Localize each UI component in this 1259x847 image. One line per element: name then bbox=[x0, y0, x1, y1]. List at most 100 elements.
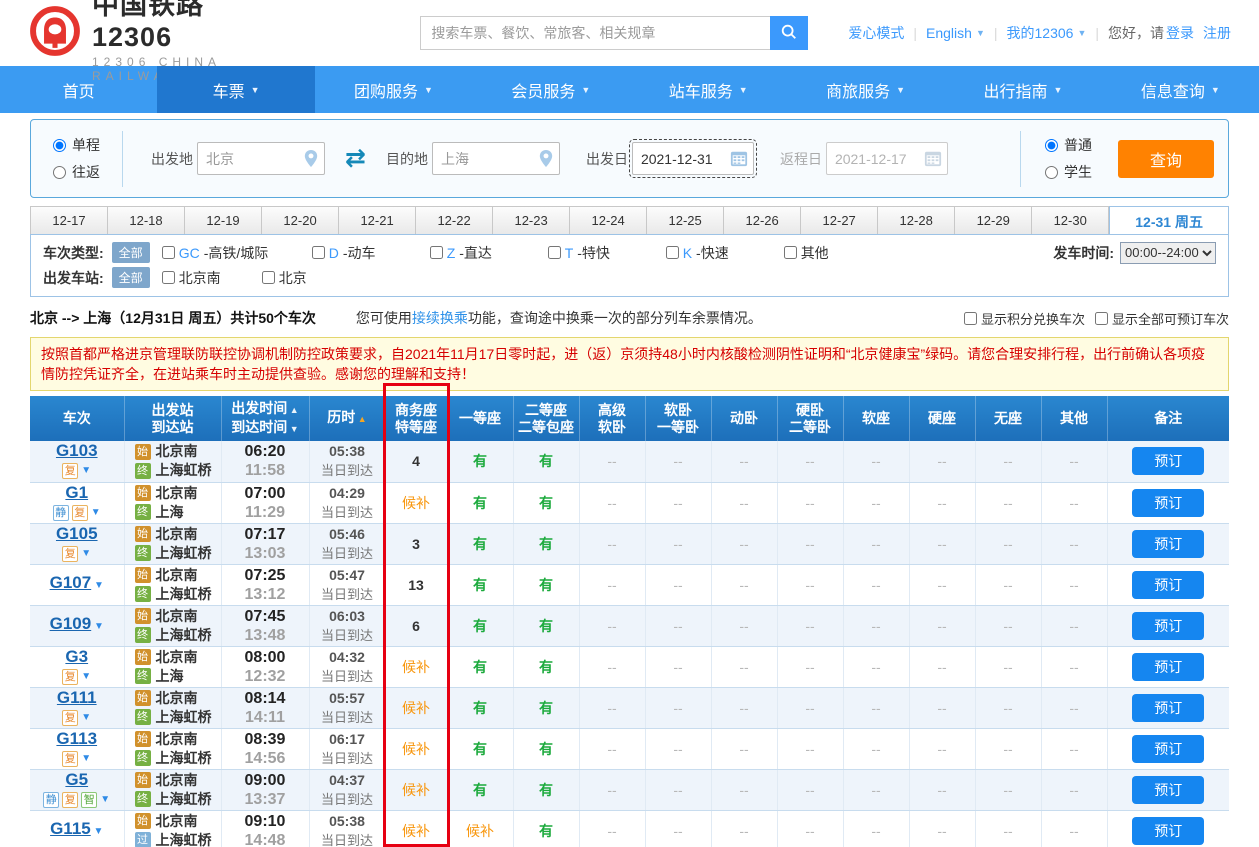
checkbox[interactable] bbox=[666, 246, 679, 259]
date-tab[interactable]: 12-28 bbox=[878, 206, 955, 235]
expand-caret-icon[interactable]: ▼ bbox=[81, 462, 91, 480]
expand-caret-icon[interactable]: ▼ bbox=[91, 621, 104, 632]
date-tab[interactable]: 12-21 bbox=[339, 206, 416, 235]
date-tab[interactable]: 12-24 bbox=[570, 206, 647, 235]
col-header-其他[interactable]: 其他 bbox=[1041, 396, 1107, 441]
nav-item-车票[interactable]: 车票▼ bbox=[157, 66, 314, 113]
book-button[interactable]: 预订 bbox=[1132, 694, 1204, 722]
toggle-显示全部可预订车次[interactable]: 显示全部可预订车次 bbox=[1095, 309, 1229, 328]
train-code-link[interactable]: G1 bbox=[65, 483, 88, 502]
expand-caret-icon[interactable]: ▼ bbox=[81, 545, 91, 563]
love-mode-link[interactable]: 爱心模式 bbox=[848, 23, 904, 43]
date-tab[interactable]: 12-26 bbox=[724, 206, 801, 235]
train-code-link[interactable]: G113 bbox=[56, 729, 97, 748]
nav-item-会员服务[interactable]: 会员服务▼ bbox=[472, 66, 629, 113]
checkbox[interactable] bbox=[430, 246, 443, 259]
book-button[interactable]: 预订 bbox=[1132, 530, 1204, 558]
date-tab[interactable]: 12-19 bbox=[185, 206, 262, 235]
checkbox[interactable] bbox=[964, 312, 977, 325]
expand-caret-icon[interactable]: ▼ bbox=[91, 826, 104, 837]
checkbox[interactable] bbox=[162, 246, 175, 259]
checkbox[interactable] bbox=[162, 271, 175, 284]
search-input[interactable] bbox=[420, 16, 770, 50]
station-filter-北京[interactable]: 北京 bbox=[262, 268, 362, 288]
train-type-filter-D[interactable]: D-动车 bbox=[312, 243, 430, 263]
transfer-link[interactable]: 接续换乘 bbox=[412, 310, 468, 326]
nav-item-站车服务[interactable]: 站车服务▼ bbox=[630, 66, 787, 113]
date-tab[interactable]: 12-27 bbox=[801, 206, 878, 235]
expand-caret-icon[interactable]: ▼ bbox=[100, 791, 110, 809]
search-button[interactable] bbox=[770, 16, 808, 50]
col-header-出发时间到达时间[interactable]: 出发时间 ▲到达时间 ▼ bbox=[221, 396, 309, 441]
station-all-badge[interactable]: 全部 bbox=[112, 267, 150, 288]
nav-item-团购服务[interactable]: 团购服务▼ bbox=[315, 66, 472, 113]
train-type-filter-GC[interactable]: GC-高铁/城际 bbox=[162, 243, 312, 263]
train-code-link[interactable]: G5 bbox=[65, 770, 88, 789]
book-button[interactable]: 预订 bbox=[1132, 735, 1204, 763]
my-12306-link[interactable]: 我的12306▼ bbox=[1007, 23, 1087, 43]
student-radio[interactable]: 学生 bbox=[1045, 162, 1092, 182]
date-tab[interactable]: 12-25 bbox=[647, 206, 724, 235]
train-code-link[interactable]: G107 bbox=[50, 573, 92, 592]
english-link[interactable]: English▼ bbox=[926, 25, 985, 41]
normal-radio[interactable]: 普通 bbox=[1045, 135, 1092, 155]
round-trip-radio[interactable]: 往返 bbox=[53, 162, 100, 182]
train-type-filter-T[interactable]: T-特快 bbox=[548, 243, 666, 263]
col-header-高级软卧[interactable]: 高级软卧 bbox=[579, 396, 645, 441]
col-header-车次[interactable]: 车次 bbox=[30, 396, 124, 441]
checkbox[interactable] bbox=[1095, 312, 1108, 325]
sort-desc-icon[interactable]: ▼ bbox=[287, 424, 298, 434]
checkbox[interactable] bbox=[784, 246, 797, 259]
date-tab[interactable]: 12-30 bbox=[1032, 206, 1109, 235]
date-tab[interactable]: 12-23 bbox=[493, 206, 570, 235]
login-link[interactable]: 登录 bbox=[1166, 23, 1194, 43]
col-header-无座[interactable]: 无座 bbox=[975, 396, 1041, 441]
expand-caret-icon[interactable]: ▼ bbox=[81, 668, 91, 686]
train-type-filter-Z[interactable]: Z-直达 bbox=[430, 243, 548, 263]
expand-caret-icon[interactable]: ▼ bbox=[91, 504, 101, 522]
book-button[interactable]: 预订 bbox=[1132, 571, 1204, 599]
nav-item-首页[interactable]: 首页 bbox=[0, 66, 157, 113]
col-header-二等座二等包座[interactable]: 二等座二等包座 bbox=[513, 396, 579, 441]
book-button[interactable]: 预订 bbox=[1132, 489, 1204, 517]
book-button[interactable]: 预订 bbox=[1132, 776, 1204, 804]
expand-caret-icon[interactable]: ▼ bbox=[91, 580, 104, 591]
col-header-出发站到达站[interactable]: 出发站到达站 bbox=[124, 396, 221, 441]
train-code-link[interactable]: G109 bbox=[50, 614, 92, 633]
date-tab[interactable]: 12-22 bbox=[416, 206, 493, 235]
col-header-硬座[interactable]: 硬座 bbox=[909, 396, 975, 441]
col-header-一等座[interactable]: 一等座 bbox=[447, 396, 513, 441]
col-header-备注[interactable]: 备注 bbox=[1107, 396, 1229, 441]
book-button[interactable]: 预订 bbox=[1132, 653, 1204, 681]
register-link[interactable]: 注册 bbox=[1203, 23, 1231, 43]
train-code-link[interactable]: G3 bbox=[65, 647, 88, 666]
checkbox[interactable] bbox=[312, 246, 325, 259]
expand-caret-icon[interactable]: ▼ bbox=[81, 750, 91, 768]
train-code-link[interactable]: G115 bbox=[50, 819, 91, 838]
book-button[interactable]: 预订 bbox=[1132, 612, 1204, 640]
train-type-filter-K[interactable]: K-快速 bbox=[666, 243, 784, 263]
train-code-link[interactable]: G103 bbox=[56, 441, 98, 460]
col-header-历时[interactable]: 历时 ▲ bbox=[309, 396, 385, 441]
depart-time-select[interactable]: 00:00--24:00 bbox=[1120, 242, 1216, 264]
col-header-软座[interactable]: 软座 bbox=[843, 396, 909, 441]
sort-asc-icon[interactable]: ▲ bbox=[287, 405, 298, 415]
checkbox[interactable] bbox=[262, 271, 275, 284]
book-button[interactable]: 预订 bbox=[1132, 817, 1204, 845]
date-tab[interactable]: 12-29 bbox=[955, 206, 1032, 235]
expand-caret-icon[interactable]: ▼ bbox=[81, 709, 91, 727]
date-tab[interactable]: 12-17 bbox=[30, 206, 108, 235]
book-button[interactable]: 预订 bbox=[1132, 447, 1204, 475]
train-type-filter-其他[interactable]: 其他 bbox=[784, 243, 902, 263]
toggle-显示积分兑换车次[interactable]: 显示积分兑换车次 bbox=[964, 309, 1085, 328]
sort-asc-icon[interactable]: ▲ bbox=[355, 414, 366, 424]
train-code-link[interactable]: G111 bbox=[57, 688, 97, 707]
date-tab-active[interactable]: 12-31 周五 bbox=[1109, 206, 1229, 237]
col-header-软卧一等卧[interactable]: 软卧一等卧 bbox=[645, 396, 711, 441]
nav-item-出行指南[interactable]: 出行指南▼ bbox=[944, 66, 1101, 113]
query-button[interactable]: 查询 bbox=[1118, 140, 1214, 178]
swap-stations-icon[interactable]: ⇄ bbox=[345, 146, 366, 171]
station-filter-北京南[interactable]: 北京南 bbox=[162, 268, 262, 288]
train-code-link[interactable]: G105 bbox=[56, 524, 98, 543]
nav-item-信息查询[interactable]: 信息查询▼ bbox=[1102, 66, 1259, 113]
